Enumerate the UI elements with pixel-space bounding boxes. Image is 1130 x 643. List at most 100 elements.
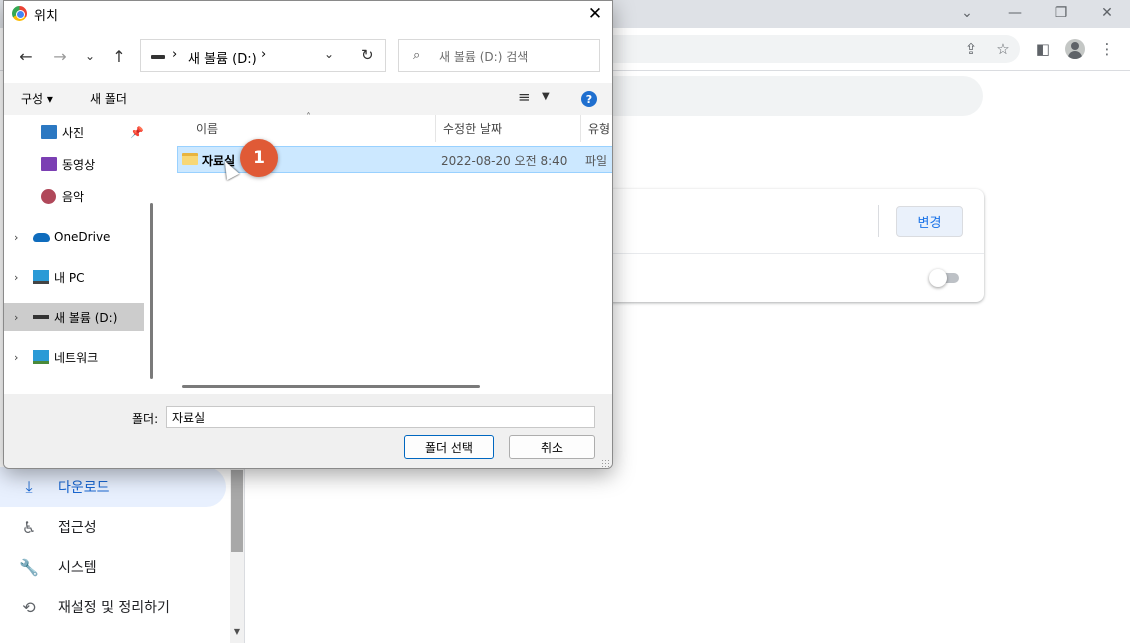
sidebar-item-downloads[interactable]: ⤓ 다운로드	[0, 467, 226, 507]
chrome-menu-icon[interactable]: ⋮	[1094, 36, 1120, 62]
expand-chevron-icon[interactable]: ›	[14, 271, 18, 284]
sidebar-item-reset[interactable]: ⟲ 재설정 및 정리하기	[0, 587, 226, 627]
folder-icon	[182, 153, 198, 165]
minimize-button[interactable]: —	[992, 0, 1038, 26]
path-segment-drive[interactable]: 새 볼륨 (D:)	[188, 48, 257, 67]
tree-item-label: OneDrive	[54, 230, 111, 244]
folder-field-label: 폴더:	[132, 412, 159, 426]
command-bar: 구성 ▾ 새 폴더 ≡ ▼ ?	[4, 83, 612, 115]
download-icon: ⤓	[25, 477, 33, 496]
path-separator-icon[interactable]: ›	[261, 47, 266, 62]
tree-item-videos[interactable]: 동영상	[4, 150, 144, 178]
tree-item-label: 새 볼륨 (D:)	[54, 310, 118, 325]
tree-item-music[interactable]: 음악	[4, 182, 144, 210]
expand-chevron-icon[interactable]: ›	[14, 311, 18, 324]
sidebar-item-label: 시스템	[58, 560, 97, 576]
restore-button[interactable]: ❐	[1038, 0, 1084, 26]
file-type: 파일	[585, 154, 608, 168]
folder-name-input[interactable]	[166, 406, 595, 428]
help-icon[interactable]: ?	[581, 91, 597, 107]
tree-item-label: 내 PC	[54, 270, 85, 285]
address-bar[interactable]	[600, 35, 1020, 63]
share-icon[interactable]: ⇪	[958, 36, 984, 62]
settings-search-field[interactable]	[600, 76, 983, 116]
network-icon	[33, 350, 49, 364]
file-modified-date: 2022-08-20 오전 8:40	[441, 154, 568, 168]
tree-item-label: 음악	[62, 189, 85, 204]
recent-locations-icon[interactable]: ⌄	[78, 46, 102, 66]
tree-item-label: 사진	[62, 125, 85, 140]
column-header-modified[interactable]: 수정한 날짜	[443, 115, 502, 142]
view-options-icon[interactable]: ≡	[518, 88, 531, 106]
drive-icon	[151, 55, 165, 59]
tree-item-label: 네트워크	[54, 350, 99, 365]
tree-item-drive-d[interactable]: › 새 볼륨 (D:)	[4, 303, 144, 331]
dialog-footer: 폴더: 폴더 선택 취소	[4, 394, 612, 468]
dialog-titlebar: 위치 ✕	[4, 1, 612, 27]
card-row-divider	[560, 253, 984, 254]
expand-chevron-icon[interactable]: ›	[14, 231, 18, 244]
tree-item-onedrive[interactable]: › OneDrive	[4, 223, 144, 251]
bookmark-star-icon[interactable]: ☆	[990, 36, 1016, 62]
folder-picker-dialog: 위치 ✕ ← → ⌄ ↑ › 새 볼륨 (D:) › ⌄ ↻ ⌕ 새 볼륨 (D…	[3, 0, 613, 469]
card-divider	[878, 205, 879, 237]
file-list-scrollbar[interactable]	[182, 385, 480, 388]
history-icon: ⟲	[22, 597, 36, 617]
tree-item-pictures[interactable]: 사진 📌	[4, 118, 144, 146]
column-divider[interactable]	[580, 115, 581, 142]
column-header-type[interactable]: 유형	[588, 115, 610, 142]
step-number-badge: 1	[240, 139, 278, 177]
expand-chevron-icon[interactable]: ›	[14, 351, 18, 364]
sort-ascending-icon: ˄	[306, 112, 311, 123]
videos-icon	[41, 157, 57, 171]
sidebar-item-system[interactable]: 🔧 시스템	[0, 547, 226, 587]
tab-search-button[interactable]: ⌄	[944, 0, 990, 26]
sidebar-scroll-thumb[interactable]	[231, 470, 243, 552]
change-location-button[interactable]: 변경	[896, 206, 963, 237]
tree-item-network[interactable]: › 네트워크	[4, 343, 144, 371]
address-dropdown-icon[interactable]: ⌄	[324, 47, 334, 61]
tree-item-this-pc[interactable]: › 내 PC	[4, 263, 144, 291]
chrome-logo-icon	[12, 6, 27, 21]
dialog-close-button[interactable]: ✕	[578, 1, 612, 27]
column-header-name[interactable]: 이름	[196, 115, 218, 142]
ask-download-toggle[interactable]	[929, 269, 959, 287]
resize-grip-icon[interactable]	[601, 459, 609, 467]
sidebar-item-label: 재설정 및 정리하기	[58, 600, 170, 616]
sidebar-item-label: 다운로드	[58, 480, 110, 496]
dialog-title: 위치	[34, 9, 58, 24]
wrench-icon: 🔧	[19, 557, 39, 577]
browser-close-button[interactable]: ✕	[1084, 0, 1130, 26]
path-separator-icon[interactable]: ›	[172, 47, 177, 62]
column-divider[interactable]	[435, 115, 436, 142]
forward-arrow-icon[interactable]: →	[48, 46, 72, 66]
navigation-pane: 사진 📌 동영상 음악 › OneDrive › 내 PC › 새 볼륨 (D:…	[4, 115, 162, 394]
back-arrow-icon[interactable]: ←	[14, 46, 38, 66]
pictures-icon	[41, 125, 57, 139]
pin-icon[interactable]: 📌	[130, 126, 144, 139]
profile-icon	[1065, 39, 1085, 59]
music-icon	[41, 188, 56, 204]
file-list-pane: ˄ 이름 수정한 날짜 유형 자료실 2022-08-20 오전 8:40 파일	[162, 112, 612, 394]
side-panel-icon[interactable]: ◧	[1030, 36, 1056, 62]
select-folder-button[interactable]: 폴더 선택	[404, 435, 494, 459]
navigation-scrollbar[interactable]	[150, 203, 153, 379]
up-arrow-icon[interactable]: ↑	[107, 46, 131, 66]
new-folder-button[interactable]: 새 폴더	[90, 90, 127, 107]
profile-avatar[interactable]	[1062, 36, 1088, 62]
sidebar-item-label: 접근성	[58, 520, 97, 536]
sidebar-item-accessibility[interactable]: ♿ 접근성	[0, 507, 226, 547]
search-input[interactable]: ⌕ 새 볼륨 (D:) 검색	[398, 39, 600, 72]
address-path-bar[interactable]: › 새 볼륨 (D:) › ⌄ ↻	[140, 39, 386, 72]
accessibility-icon: ♿	[21, 517, 37, 537]
content-divider	[244, 467, 245, 643]
drive-icon	[33, 315, 49, 319]
search-icon: ⌕	[413, 48, 421, 63]
search-placeholder: 새 볼륨 (D:) 검색	[439, 50, 529, 64]
onedrive-icon	[33, 232, 50, 242]
refresh-icon[interactable]: ↻	[361, 46, 374, 64]
scroll-down-icon[interactable]: ▼	[231, 626, 243, 638]
organize-menu-button[interactable]: 구성 ▾	[21, 90, 53, 107]
view-dropdown-icon[interactable]: ▼	[542, 91, 550, 102]
cancel-button[interactable]: 취소	[509, 435, 595, 459]
